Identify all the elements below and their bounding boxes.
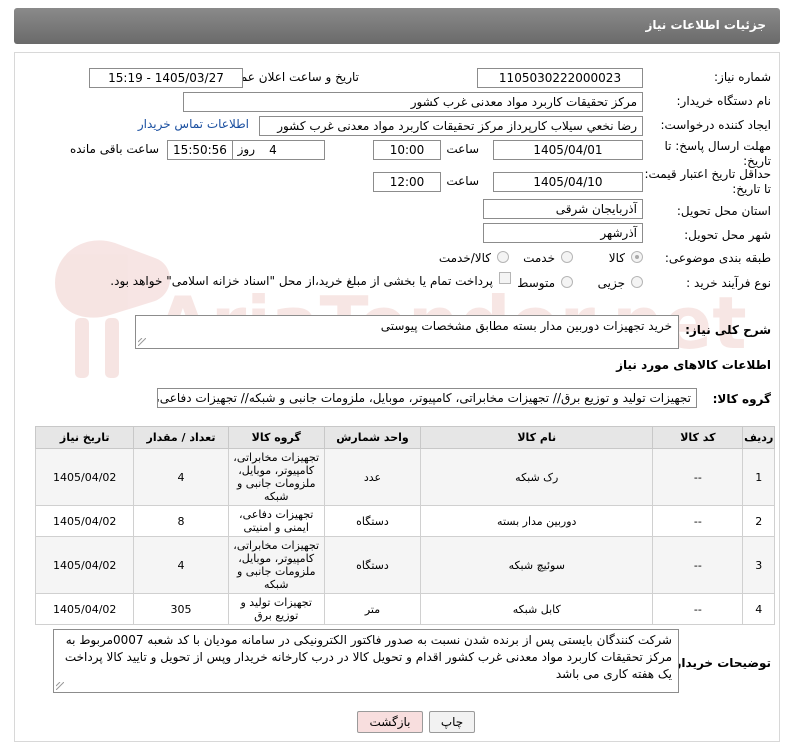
cell-group: تجهیزات مخابراتی، کامپیوتر، موبایل، ملزو… bbox=[227, 536, 325, 594]
creator-label: ایجاد کننده درخواست: bbox=[660, 118, 771, 132]
details-panel: AriaTender.net شماره نیاز: 1105030222000… bbox=[14, 52, 780, 742]
category-option-goods-service: کالا/خدمت bbox=[438, 251, 491, 265]
cell-qty: 4 bbox=[133, 448, 229, 506]
validity-time-label: ساعت bbox=[446, 174, 479, 188]
validity-time-field: 12:00 bbox=[373, 172, 441, 192]
purchase-option-minor: جزیی bbox=[597, 276, 625, 290]
cell-code: -- bbox=[652, 536, 744, 594]
summary-label: شرح کلی نیاز: bbox=[685, 323, 771, 337]
treasury-checkbox[interactable] bbox=[499, 272, 511, 284]
resize-handle-icon[interactable] bbox=[56, 682, 64, 690]
category-radio-service[interactable] bbox=[561, 251, 573, 263]
buyer-org-label: نام دستگاه خریدار: bbox=[676, 94, 772, 108]
print-button[interactable]: چاپ bbox=[429, 711, 475, 733]
table-row: 3 -- سوئیچ شبکه دستگاه تجهیزات مخابراتی،… bbox=[34, 536, 775, 594]
goods-group-field: تجهیزات تولید و توزیع برق// تجهیزات مخاب… bbox=[157, 388, 697, 408]
province-label: استان محل تحویل: bbox=[676, 204, 771, 218]
col-name-header: نام کالا bbox=[420, 426, 654, 449]
cell-unit: متر bbox=[323, 593, 422, 625]
back-button[interactable]: بازگشت bbox=[357, 711, 423, 733]
category-option-goods: کالا bbox=[608, 251, 625, 265]
table-row: 2 -- دوربین مدار بسته دستگاه تجهیزات دفا… bbox=[34, 505, 775, 537]
col-unit-header: واحد شمارش bbox=[323, 426, 422, 449]
creator-field: رضا نخعي سيلاب كارپرداز مرکز تحقیقات کار… bbox=[259, 116, 643, 136]
cell-date: 1405/04/02 bbox=[34, 536, 135, 594]
announce-field: 1405/03/27 - 15:19 bbox=[89, 68, 243, 88]
cell-date: 1405/04/02 bbox=[34, 505, 135, 537]
cell-qty: 4 bbox=[133, 536, 229, 594]
city-label: شهر محل تحویل: bbox=[684, 228, 771, 242]
purchase-option-medium: متوسط bbox=[517, 276, 555, 290]
cell-qty: 8 bbox=[133, 505, 229, 537]
cell-name: دوربین مدار بسته bbox=[420, 505, 654, 537]
category-radio-goods[interactable] bbox=[631, 251, 643, 263]
cell-group: تجهیزات مخابراتی، کامپیوتر، موبایل، ملزو… bbox=[227, 448, 325, 506]
table-row: 4 -- کابل شبکه متر تجهیزات تولید و توزیع… bbox=[34, 593, 775, 625]
cell-code: -- bbox=[652, 505, 744, 537]
purchase-type-label: نوع فرآیند خرید : bbox=[686, 276, 771, 290]
cell-row: 2 bbox=[742, 505, 775, 537]
cell-group: تجهیزات دفاعی، ایمنی و امنیتی bbox=[227, 505, 325, 537]
need-number-field: 1105030222000023 bbox=[477, 68, 643, 88]
cell-date: 1405/04/02 bbox=[34, 448, 135, 506]
buyer-notes-textarea: شرکت کنندگان بایستی پس از برنده شدن نسبت… bbox=[53, 629, 679, 693]
cell-unit: دستگاه bbox=[323, 536, 422, 594]
col-qty-header: تعداد / مقدار bbox=[133, 426, 229, 449]
deadline-label: مهلت ارسال پاسخ: تا تاریخ: bbox=[664, 139, 771, 168]
summary-textarea: خرید تجهیزات دوربین مدار بسته مطابق مشخص… bbox=[135, 315, 679, 349]
resize-handle-icon[interactable] bbox=[138, 338, 146, 346]
category-radio-goods-service[interactable] bbox=[497, 251, 509, 263]
goods-group-label: گروه کالا: bbox=[712, 392, 771, 406]
cell-unit: دستگاه bbox=[323, 505, 422, 537]
goods-table: ردیف کد کالا نام کالا واحد شمارش گروه کا… bbox=[34, 426, 775, 625]
cell-name: سوئیچ شبکه bbox=[420, 536, 654, 594]
cell-row: 3 bbox=[742, 536, 775, 594]
category-option-service: خدمت bbox=[523, 251, 555, 265]
category-label: طبقه بندی موضوعی: bbox=[664, 251, 771, 265]
table-header-row: ردیف کد کالا نام کالا واحد شمارش گروه کا… bbox=[34, 426, 775, 449]
col-date-header: تاریخ نیاز bbox=[34, 426, 135, 449]
page-title: جزئیات اطلاعات نیاز bbox=[645, 18, 766, 32]
col-row-header: ردیف bbox=[742, 426, 775, 449]
purchase-radio-medium[interactable] bbox=[561, 276, 573, 288]
goods-section-title: اطلاعات کالاهای مورد نیاز bbox=[616, 358, 771, 372]
cell-name: کابل شبکه bbox=[420, 593, 654, 625]
buyer-notes-text: شرکت کنندگان بایستی پس از برنده شدن نسبت… bbox=[64, 633, 672, 681]
deadline-time-label: ساعت bbox=[446, 142, 479, 156]
buyer-notes-label: توضیحات خریدار: bbox=[669, 656, 771, 670]
page-header: جزئیات اطلاعات نیاز bbox=[14, 8, 780, 44]
cell-name: رک شبکه bbox=[420, 448, 654, 506]
deadline-time-field: 10:00 bbox=[373, 140, 441, 160]
remaining-time-field: 15:50:56 bbox=[167, 140, 233, 160]
validity-label: حداقل تاریخ اعتبار قیمت: تا تاریخ: bbox=[644, 167, 771, 196]
need-number-label: شماره نیاز: bbox=[714, 70, 771, 84]
province-field: آذربایجان شرقی bbox=[483, 199, 643, 219]
cell-qty: 305 bbox=[133, 593, 229, 625]
table-row: 1 -- رک شبکه عدد تجهیزات مخابراتی، کامپی… bbox=[34, 448, 775, 506]
remaining-time-label: ساعت باقی مانده bbox=[69, 142, 159, 156]
deadline-date-field: 1405/04/01 bbox=[493, 140, 643, 160]
buyer-org-field: مرکز تحقیقات کاربرد مواد معدنی غرب کشور bbox=[183, 92, 643, 112]
city-field: آذرشهر bbox=[483, 223, 643, 243]
cell-unit: عدد bbox=[323, 448, 422, 506]
col-code-header: کد کالا bbox=[652, 426, 744, 449]
cell-code: -- bbox=[652, 448, 744, 506]
validity-date-field: 1405/04/10 bbox=[493, 172, 643, 192]
cell-row: 1 bbox=[742, 448, 775, 506]
cell-group: تجهیزات تولید و توزیع برق bbox=[227, 593, 325, 625]
treasury-note: پرداخت تمام یا بخشی از مبلغ خرید،از محل … bbox=[110, 274, 493, 288]
cell-code: -- bbox=[652, 593, 744, 625]
contact-buyer-link[interactable]: اطلاعات تماس خریدار bbox=[138, 117, 249, 131]
summary-text: خرید تجهیزات دوربین مدار بسته مطابق مشخص… bbox=[380, 319, 672, 333]
col-group-header: گروه کالا bbox=[227, 426, 325, 449]
purchase-radio-minor[interactable] bbox=[631, 276, 643, 288]
cell-date: 1405/04/02 bbox=[34, 593, 135, 625]
cell-row: 4 bbox=[742, 593, 775, 625]
